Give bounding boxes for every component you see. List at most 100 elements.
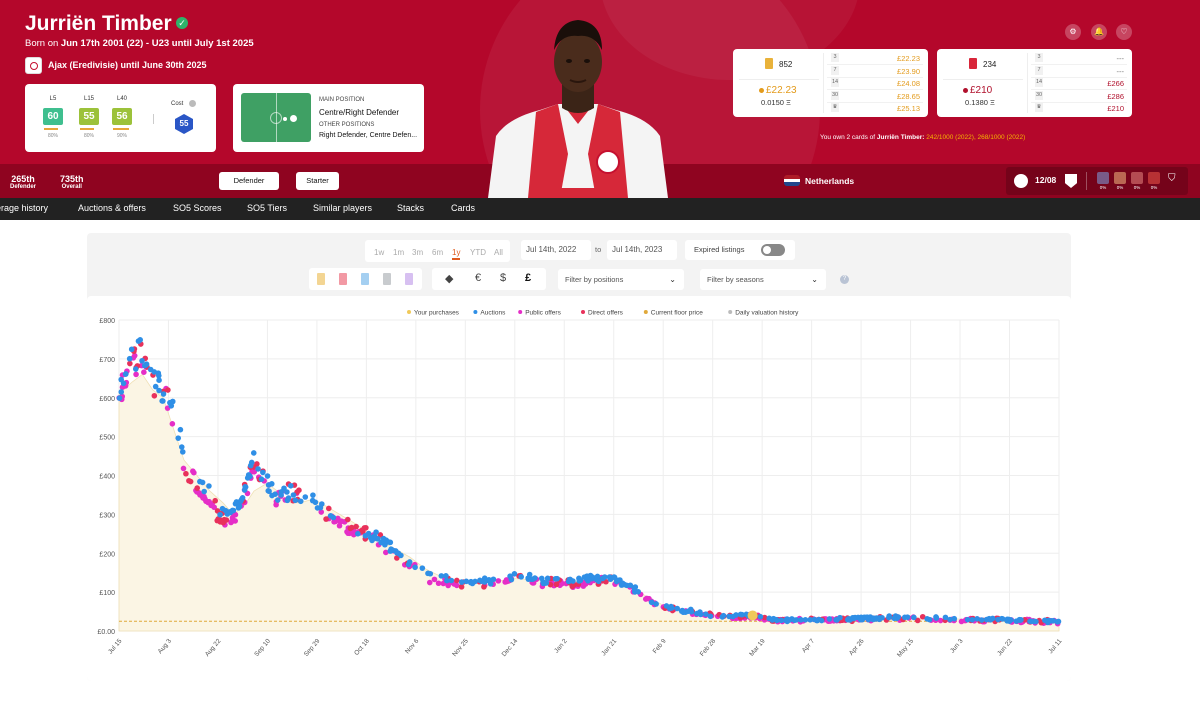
tab-average-history[interactable]: erage history: [0, 203, 48, 213]
market-card-limited[interactable]: 852 £22.23 0.0150 Ξ 3 £22.23 7 £23.90 14 £24.…: [733, 49, 928, 117]
date-to-input[interactable]: Jul 14th, 2023: [607, 240, 677, 260]
auction-point: [380, 535, 387, 542]
unique-rarity-icon[interactable]: [383, 273, 391, 285]
auction-point: [448, 577, 455, 584]
x-tick-label: Feb 28: [699, 638, 718, 658]
range-3m[interactable]: 3m: [412, 248, 423, 257]
divider: [153, 114, 154, 124]
favorite-icon[interactable]: ♡: [1116, 24, 1132, 40]
auction-point: [707, 613, 714, 620]
x-tick-label: Jul 15: [107, 638, 124, 656]
tab-auctions-offers[interactable]: Auctions & offers: [78, 203, 146, 213]
tab-similar-players[interactable]: Similar players: [313, 203, 372, 213]
euro-currency[interactable]: €: [475, 272, 481, 284]
rare-rarity-icon[interactable]: [339, 273, 347, 285]
position-card: MAIN POSITION Centre/Right Defender OTHE…: [233, 84, 424, 152]
tab-so5-tiers[interactable]: SO5 Tiers: [247, 203, 287, 213]
auction-point: [674, 605, 680, 612]
auction-point: [284, 489, 290, 495]
score-badge-l5[interactable]: 60: [43, 108, 63, 125]
tab-so5-scores[interactable]: SO5 Scores: [173, 203, 222, 213]
auction-point: [355, 530, 361, 537]
score-pct-l40: 90%: [116, 133, 127, 139]
seasons-select[interactable]: Filter by seasons ⌄: [700, 269, 826, 290]
tier-price: £22.23: [897, 54, 920, 63]
tier-label: 30: [1035, 90, 1043, 100]
range-1m[interactable]: 1m: [393, 248, 404, 257]
tier-label: 14: [831, 78, 839, 87]
tab-cards[interactable]: Cards: [451, 203, 475, 213]
tier-price: ---: [1116, 54, 1125, 63]
divider: [827, 101, 923, 103]
auction-point: [978, 617, 985, 623]
auction-point: [508, 576, 515, 583]
limited-rarity-icon[interactable]: [317, 273, 325, 285]
range-1w[interactable]: 1w: [374, 248, 384, 257]
auction-point: [292, 497, 299, 504]
y-tick-label: £200: [99, 551, 115, 558]
born-detail: Jun 17th 2001 (22) - U23 until July 1st …: [60, 38, 254, 49]
toggle-switch[interactable]: [761, 244, 785, 256]
divider: [1031, 64, 1127, 65]
tier-label: 3: [831, 53, 839, 62]
range-ytd[interactable]: YTD: [470, 248, 486, 257]
auction-point: [264, 473, 271, 479]
public-offer-point: [431, 576, 438, 583]
auction-point: [330, 514, 337, 521]
form-badge-icon: [1131, 172, 1143, 184]
legend-marker: [643, 310, 648, 314]
defender-tag-button[interactable]: Defender: [219, 172, 279, 190]
born-prefix: Born on: [25, 38, 59, 49]
tier-label: 7: [1035, 65, 1043, 75]
auction-point: [245, 472, 252, 478]
verified-icon: ✓: [176, 17, 188, 29]
super-rare-rarity-icon[interactable]: [361, 273, 369, 285]
auction-point: [274, 497, 281, 503]
settings-icon[interactable]: ⚙: [1065, 24, 1081, 40]
auction-point: [219, 505, 226, 512]
direct-offer-point: [325, 505, 332, 512]
positions-select[interactable]: Filter by positions ⌄: [558, 269, 684, 290]
eth-price: 0.1380 Ξ: [965, 98, 995, 107]
range-all[interactable]: All: [494, 248, 503, 257]
date-from-input[interactable]: Jul 14th, 2022: [521, 240, 591, 260]
rarity-chip-icon: [969, 58, 977, 69]
legend-marker: [728, 310, 733, 314]
auction-point: [297, 498, 304, 505]
auction-point: [1033, 618, 1039, 625]
help-icon[interactable]: [189, 100, 196, 107]
direct-offer-point: [454, 577, 460, 584]
market-card-rare[interactable]: 234 £210 0.1380 Ξ 3 --- 7 --- 14 £266 30 £286 ♛ £…: [937, 49, 1132, 117]
auction-point: [532, 575, 538, 581]
form-pct: 0%: [1150, 185, 1158, 190]
dollar-currency[interactable]: $: [500, 272, 506, 284]
eth-currency-icon[interactable]: ◆: [445, 272, 453, 285]
score-badge-l15[interactable]: 55: [79, 108, 99, 125]
chevron-down-icon: ⌄: [811, 275, 818, 284]
custom-rarity-icon[interactable]: [405, 273, 413, 285]
price-dot-icon: [963, 88, 968, 93]
x-tick-label: Jan 21: [600, 638, 618, 658]
notification-icon[interactable]: 🔔: [1091, 24, 1107, 40]
range-6m[interactable]: 6m: [432, 248, 443, 257]
auction-point: [175, 435, 182, 441]
tab-stacks[interactable]: Stacks: [397, 203, 424, 213]
pound-currency[interactable]: £: [525, 272, 531, 284]
next-fixture[interactable]: 12/08 0% 0% 0% 0% ⛉: [1006, 167, 1188, 195]
public-offer-point: [169, 421, 176, 427]
divider: [739, 79, 819, 80]
score-badge-l40[interactable]: 56: [112, 108, 132, 125]
auction-point: [178, 444, 185, 450]
auction-point: [668, 603, 674, 610]
range-1y[interactable]: 1y: [452, 248, 461, 260]
starter-tag-button[interactable]: Starter: [296, 172, 339, 190]
club-logo-icon[interactable]: [25, 57, 42, 74]
x-tick-label: Jul 11: [1047, 638, 1063, 656]
help-icon[interactable]: ?: [840, 275, 849, 284]
club-info[interactable]: Ajax (Eredivisie) until June 30th 2025: [48, 60, 207, 70]
divider: [827, 76, 923, 78]
tier-label: 7: [831, 65, 839, 75]
fixture-date: 12/08: [1035, 175, 1057, 185]
expired-listings-toggle[interactable]: Expired listings: [685, 240, 795, 260]
defender-rank: 265th Defender: [10, 174, 36, 190]
